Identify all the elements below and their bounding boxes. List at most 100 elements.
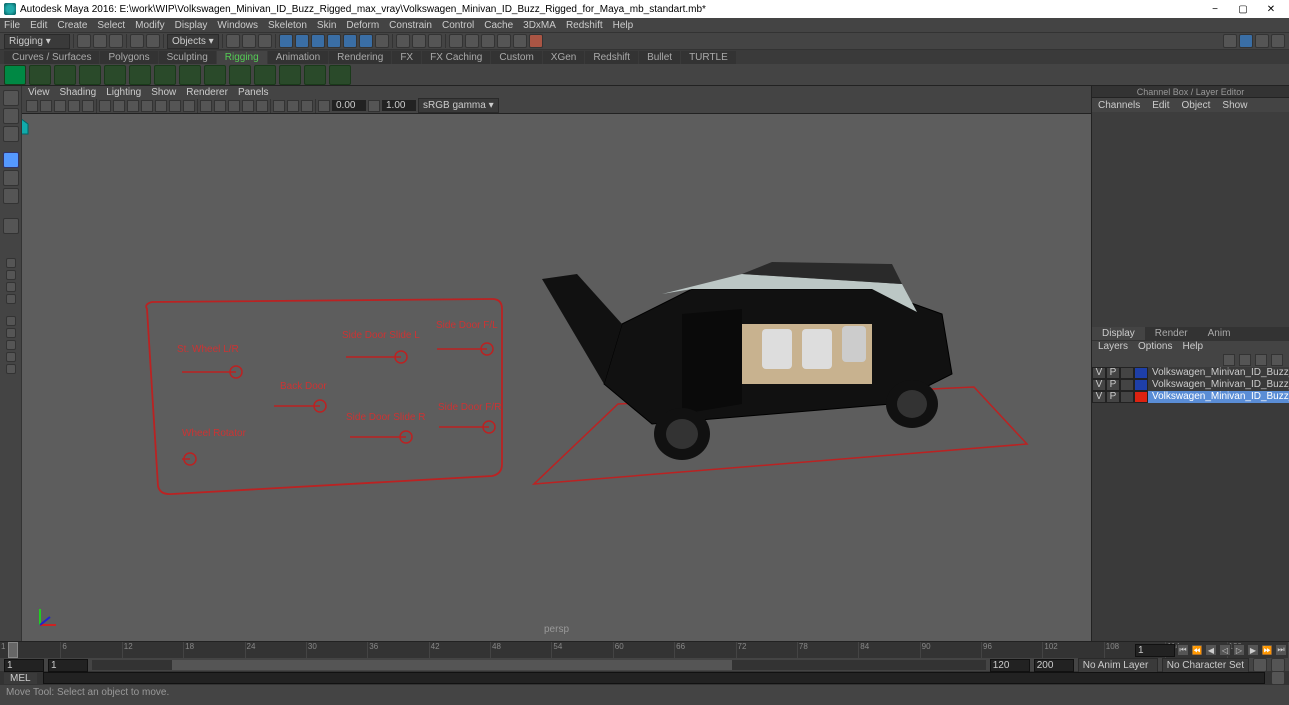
range-start-inner[interactable] xyxy=(48,659,88,672)
layer-visible-toggle[interactable]: V xyxy=(1092,391,1106,403)
input-connections-icon[interactable] xyxy=(396,34,410,48)
time-slider[interactable]: 1612182430364248546066727884909610210811… xyxy=(0,642,1289,658)
vp-menu-show[interactable]: Show xyxy=(151,87,176,98)
vp-exposure-icon[interactable] xyxy=(318,100,330,112)
channel-tab-object[interactable]: Object xyxy=(1182,100,1211,111)
shelf-tab-xgen[interactable]: XGen xyxy=(543,51,585,64)
menu-constrain[interactable]: Constrain xyxy=(389,20,432,31)
shelf-tool-11-icon[interactable] xyxy=(254,65,276,85)
panel-layout-3-icon[interactable] xyxy=(1255,34,1269,48)
maximize-button[interactable]: ▢ xyxy=(1229,1,1257,17)
vp-safe-action-icon[interactable] xyxy=(169,100,181,112)
shelf-tab-sculpting[interactable]: Sculpting xyxy=(159,51,216,64)
select-by-object-icon[interactable] xyxy=(242,34,256,48)
car-model[interactable] xyxy=(542,262,952,460)
go-end-icon[interactable]: ⏭ xyxy=(1275,644,1287,656)
menu-windows[interactable]: Windows xyxy=(217,20,258,31)
menu-select[interactable]: Select xyxy=(97,20,125,31)
viewport[interactable]: St. Wheel L/RWheel RotatorBack DoorSide … xyxy=(22,114,1091,641)
shelf-tool-12-icon[interactable] xyxy=(279,65,301,85)
layer-move-up-icon[interactable] xyxy=(1223,354,1235,366)
layer-tab-display[interactable]: Display xyxy=(1092,327,1145,340)
select-by-hierarchy-icon[interactable] xyxy=(226,34,240,48)
vp-grid-icon[interactable] xyxy=(99,100,111,112)
vp-smooth-shade-icon[interactable] xyxy=(214,100,226,112)
layout-outliner-icon[interactable] xyxy=(6,316,16,326)
menu-skeleton[interactable]: Skeleton xyxy=(268,20,307,31)
menu-edit[interactable]: Edit xyxy=(30,20,47,31)
vp-bookmark-icon[interactable] xyxy=(54,100,66,112)
command-input[interactable] xyxy=(43,672,1265,684)
vp-lock-camera-icon[interactable] xyxy=(40,100,52,112)
shelf-tool-10-icon[interactable] xyxy=(229,65,251,85)
vp-wireframe-icon[interactable] xyxy=(200,100,212,112)
layer-move-down-icon[interactable] xyxy=(1239,354,1251,366)
lasso-tool-icon[interactable] xyxy=(3,108,19,124)
rotate-tool-icon[interactable] xyxy=(3,170,19,186)
minimize-button[interactable]: − xyxy=(1201,1,1229,17)
shelf-tab-custom[interactable]: Custom xyxy=(491,51,541,64)
shelf-tab-animation[interactable]: Animation xyxy=(268,51,328,64)
vp-menu-lighting[interactable]: Lighting xyxy=(106,87,141,98)
snap-grid-icon[interactable] xyxy=(279,34,293,48)
script-editor-icon[interactable] xyxy=(1271,671,1285,685)
layer-playback-toggle[interactable]: P xyxy=(1106,367,1120,379)
vp-menu-panels[interactable]: Panels xyxy=(238,87,269,98)
layer-new-empty-icon[interactable] xyxy=(1255,354,1267,366)
layer-row[interactable]: VPVolkswagen_Minivan_ID_Buzz_Rigged_cont… xyxy=(1092,391,1289,403)
vp-select-camera-icon[interactable] xyxy=(26,100,38,112)
vp-film-gate-icon[interactable] xyxy=(113,100,125,112)
step-back-key-icon[interactable]: ⏪ xyxy=(1191,644,1203,656)
layout-two-stack-icon[interactable] xyxy=(6,294,16,304)
render-settings-icon[interactable] xyxy=(481,34,495,48)
save-scene-icon[interactable] xyxy=(109,34,123,48)
snap-plane-icon[interactable] xyxy=(327,34,341,48)
range-end-inner[interactable] xyxy=(990,659,1030,672)
vp-textured-icon[interactable] xyxy=(228,100,240,112)
layer-row[interactable]: VPVolkswagen_Minivan_ID_Buzz_Rigged_bone… xyxy=(1092,367,1289,379)
construction-history-icon[interactable] xyxy=(428,34,442,48)
layer-new-selected-icon[interactable] xyxy=(1271,354,1283,366)
shelf-tool-6-icon[interactable] xyxy=(129,65,151,85)
panel-layout-4-icon[interactable] xyxy=(1271,34,1285,48)
vp-menu-renderer[interactable]: Renderer xyxy=(186,87,228,98)
vp-safe-title-icon[interactable] xyxy=(183,100,195,112)
range-slider[interactable] xyxy=(92,660,986,670)
step-forward-key-icon[interactable]: ⏩ xyxy=(1261,644,1273,656)
shelf-tool-1-icon[interactable] xyxy=(4,65,26,85)
layout-single-icon[interactable] xyxy=(6,258,16,268)
home-icon[interactable] xyxy=(22,114,32,138)
menu-create[interactable]: Create xyxy=(57,20,87,31)
vp-isolate-icon[interactable] xyxy=(273,100,285,112)
layer-visible-toggle[interactable]: V xyxy=(1092,367,1106,379)
go-start-icon[interactable]: ⏮ xyxy=(1177,644,1189,656)
channel-tab-show[interactable]: Show xyxy=(1222,100,1247,111)
layer-type-toggle[interactable] xyxy=(1120,379,1134,391)
scale-tool-icon[interactable] xyxy=(3,188,19,204)
shelf-tool-8-icon[interactable] xyxy=(179,65,201,85)
layer-type-toggle[interactable] xyxy=(1120,391,1134,403)
make-live-icon[interactable] xyxy=(375,34,389,48)
shelf-tab-rigging[interactable]: Rigging xyxy=(217,51,267,64)
move-tool-icon[interactable] xyxy=(3,152,19,168)
layer-color-swatch[interactable] xyxy=(1134,379,1148,391)
vp-xray-joints-icon[interactable] xyxy=(301,100,313,112)
vp-menu-shading[interactable]: Shading xyxy=(60,87,97,98)
menu-3dxma[interactable]: 3DxMA xyxy=(523,20,556,31)
shelf-tab-bullet[interactable]: Bullet xyxy=(639,51,680,64)
vp-gate-mask-icon[interactable] xyxy=(141,100,153,112)
shelf-tab-curves-surfaces[interactable]: Curves / Surfaces xyxy=(4,51,99,64)
undo-icon[interactable] xyxy=(130,34,144,48)
channel-tab-edit[interactable]: Edit xyxy=(1152,100,1169,111)
layout-four-icon[interactable] xyxy=(6,270,16,280)
layout-persp-graph-icon[interactable] xyxy=(6,328,16,338)
render-frame-icon[interactable] xyxy=(449,34,463,48)
layer-playback-toggle[interactable]: P xyxy=(1106,379,1120,391)
character-set-dropdown[interactable]: No Character Set xyxy=(1162,658,1249,673)
playblast-icon[interactable] xyxy=(529,34,543,48)
shelf-tab-turtle[interactable]: TURTLE xyxy=(681,51,736,64)
shelf-tool-9-icon[interactable] xyxy=(204,65,226,85)
select-by-component-icon[interactable] xyxy=(258,34,272,48)
snap-point-icon[interactable] xyxy=(311,34,325,48)
auto-key-icon[interactable] xyxy=(1253,658,1267,672)
